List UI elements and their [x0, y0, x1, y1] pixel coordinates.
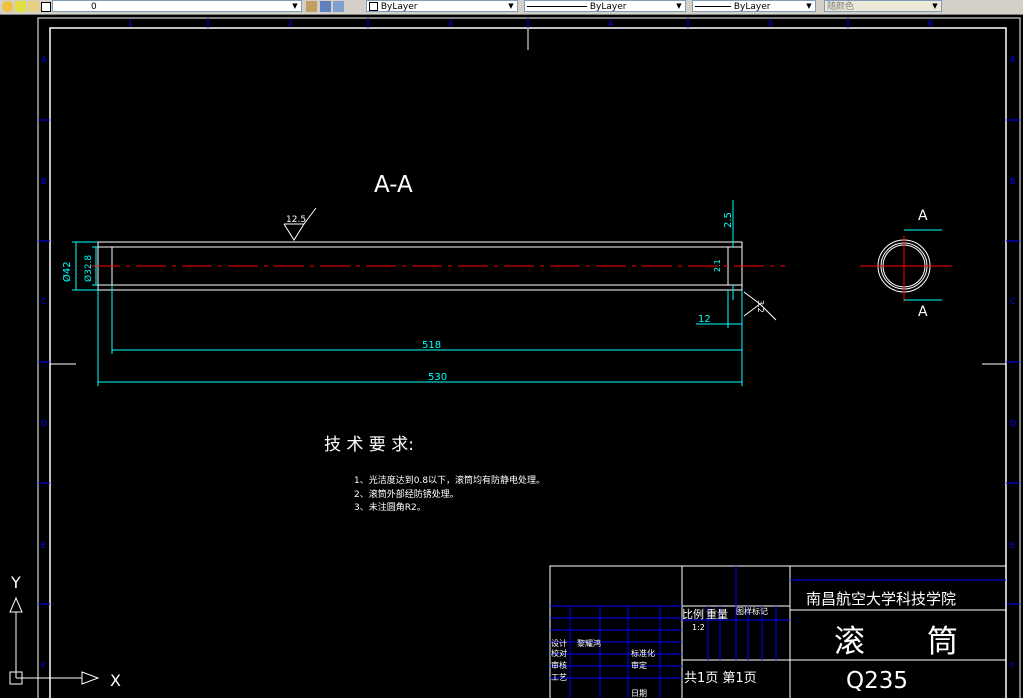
color-dropdown[interactable]: ByLayer ▼	[366, 0, 518, 12]
color-swatch-icon	[369, 2, 378, 11]
properties-toolbar: 0 ▼ ByLayer ▼ ByLayer ▼ ByLayer ▼ 随颜色 ▼	[0, 0, 1023, 15]
chevron-down-icon: ▼	[806, 2, 812, 10]
dim-wall2: 2.1	[713, 259, 722, 272]
section-marker-bottom: A	[918, 304, 928, 320]
layer-dropdown[interactable]: 0 ▼	[52, 0, 302, 12]
lock-icon[interactable]	[28, 1, 39, 12]
date-label: 日期	[631, 689, 647, 698]
dim-outer-dia: Ø42	[61, 261, 73, 282]
row-label: 审核	[551, 660, 567, 670]
chevron-down-icon: ▼	[508, 2, 514, 10]
tech-item: 2、滚筒外部经防锈处理。	[354, 488, 459, 500]
zone-number: 5	[768, 19, 773, 28]
zone-number: 4	[608, 19, 613, 28]
zone-letter: A	[1010, 55, 1016, 64]
color-value: ByLayer	[380, 2, 418, 12]
designer-name: 黎耀鸿	[577, 638, 601, 648]
title-block-labels: 设计 校对 审核 工艺 黎耀鸿 标准化 审定 日期	[551, 638, 655, 698]
sun-icon[interactable]	[15, 1, 26, 12]
zone-letter: B	[41, 177, 47, 186]
dim-total-length: 530	[428, 372, 447, 383]
zone-letter: C	[1010, 297, 1016, 306]
make-layer-current-icon[interactable]	[306, 1, 317, 12]
school-name: 南昌航空大学科技学院	[806, 590, 956, 608]
zone-letter: F	[1010, 661, 1015, 670]
material: Q235	[846, 668, 908, 694]
lineweight-value: ByLayer	[733, 2, 771, 12]
layer-color-icon	[41, 2, 51, 12]
zone-letter: D	[1010, 419, 1016, 428]
lineweight-dropdown[interactable]: ByLayer ▼	[692, 0, 816, 12]
zone-letter: F	[41, 661, 46, 670]
zone-number: 2	[288, 19, 293, 28]
layer-states-icon[interactable]	[333, 1, 344, 12]
zone-letter: A	[41, 55, 47, 64]
dim-wall: 2.5	[723, 212, 734, 228]
zone-number: 3	[448, 19, 453, 28]
chevron-down-icon: ▼	[676, 2, 682, 10]
page-count: 共1页 第1页	[684, 671, 757, 686]
section-title: A-A	[374, 172, 413, 198]
linetype-dropdown[interactable]: ByLayer ▼	[524, 0, 686, 12]
tech-item: 3、未注圆角R2。	[354, 501, 426, 513]
dim-inner-dia: Ø32.8	[83, 255, 94, 282]
zone-number: 1	[128, 19, 133, 28]
plotstyle-dropdown[interactable]: 随颜色 ▼	[824, 0, 942, 12]
dim-inner-length: 518	[422, 340, 441, 351]
ucs-icon	[9, 596, 100, 685]
linetype-value: ByLayer	[589, 2, 627, 12]
mark-label: 图样标记	[736, 606, 768, 616]
row-label: 设计	[551, 638, 567, 648]
std-label: 标准化	[631, 648, 655, 658]
dimensions	[72, 200, 743, 386]
weight-label: 重量	[706, 607, 728, 621]
section-marker-top: A	[918, 208, 928, 224]
scale-label: 比例	[682, 607, 704, 621]
zone-letter: B	[1010, 177, 1016, 186]
drawing-canvas[interactable]: A B C D E F A B C D E F 1 2 3 4 5 6 A-A	[0, 14, 1023, 698]
dim-chamfer-length: 12	[698, 314, 711, 325]
ucs-x-label: X	[110, 671, 121, 690]
tech-item: 1、光洁度达到0.8以下，滚筒均有防静电处理。	[354, 474, 545, 486]
zone-letter: E	[1010, 541, 1015, 550]
zone-labels: A B C D E F A B C D E F 1 2 3 4 5 6	[41, 19, 1016, 670]
tube-end-view	[860, 229, 952, 302]
chevron-down-icon: ▼	[292, 2, 298, 10]
linetype-preview	[527, 6, 587, 7]
row-label: 工艺	[551, 673, 567, 682]
tech-title: 技 术 要 求:	[324, 435, 414, 455]
row-label: 校对	[551, 648, 567, 658]
zone-dividers	[38, 18, 1020, 605]
lightbulb-icon[interactable]	[2, 1, 13, 12]
ucs-y-label: Y	[10, 573, 21, 592]
lineweight-preview	[695, 6, 731, 7]
zone-letter: C	[41, 297, 47, 306]
zone-letter: D	[41, 419, 47, 428]
roughness-value-1: 12.5	[286, 215, 306, 225]
zone-letter: E	[41, 541, 46, 550]
layer-previous-icon[interactable]	[320, 1, 331, 12]
layer-value: 0	[91, 2, 97, 12]
roughness-value-2: 3.2	[756, 300, 765, 313]
part-name: 滚 筒	[834, 624, 958, 660]
dimension-labels: 530 518 Ø42 Ø32.8 2.5 2.1 12	[61, 212, 734, 383]
chevron-down-icon: ▼	[932, 2, 938, 10]
plotstyle-value: 随颜色	[827, 2, 855, 12]
zone-number: 6	[928, 19, 933, 28]
scale-value: 1:2	[692, 623, 705, 632]
approve-label: 审定	[631, 660, 647, 670]
